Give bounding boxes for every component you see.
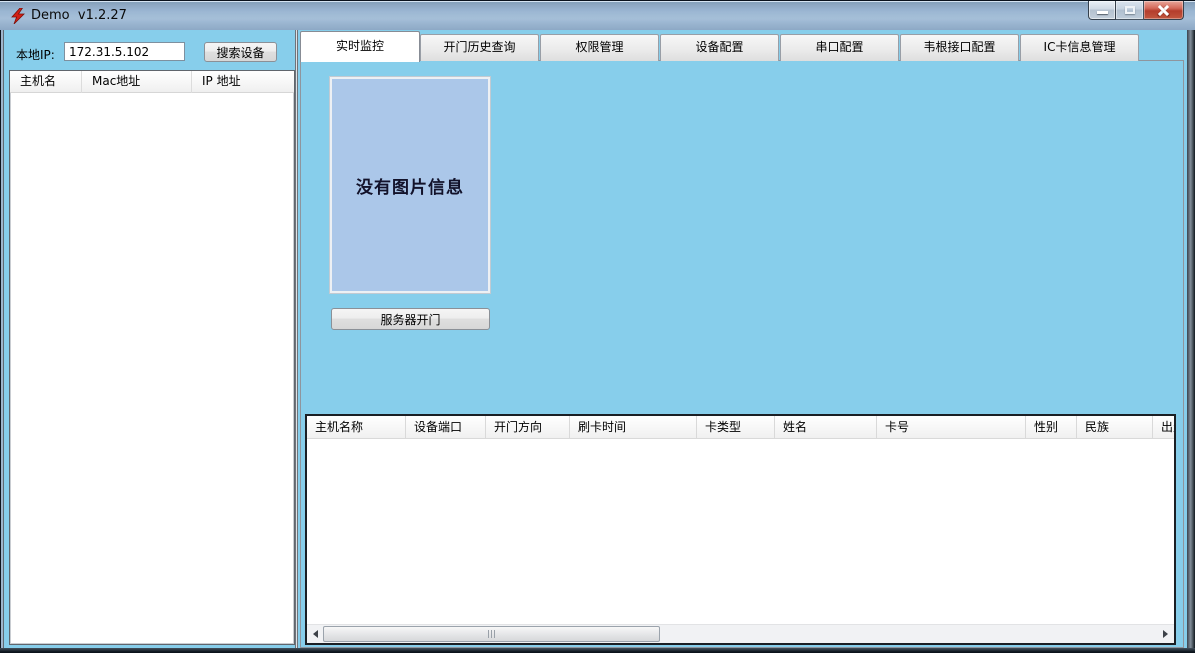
records-col-card-number[interactable]: 卡号 [877,416,1026,439]
tab-door-history[interactable]: 开门历史查询 [420,34,539,61]
lightning-logo-icon [10,8,26,24]
scrollbar-grip-icon [488,630,496,638]
search-device-button[interactable]: 搜索设备 [204,42,277,62]
window-frame-bottom [0,648,1195,653]
records-body [307,440,1174,624]
close-icon [1158,5,1169,16]
tab-permission-mgmt[interactable]: 权限管理 [540,34,659,61]
records-horizontal-scrollbar[interactable] [307,624,1174,643]
app-window: Demo v1.2.27 本地IP: 搜索设备 主机名 Mac地址 IP 地址 … [0,0,1195,653]
sidebar-divider [295,30,298,648]
photo-placeholder: 没有图片信息 [330,77,490,293]
window-frame-right [1187,30,1195,648]
device-list[interactable]: 主机名 Mac地址 IP 地址 [9,70,295,645]
tab-serial-config[interactable]: 串口配置 [780,34,899,61]
window-title: Demo v1.2.27 [31,8,127,23]
records-col-card-type[interactable]: 卡类型 [697,416,775,439]
records-col-hostname[interactable]: 主机名称 [307,416,406,439]
device-list-col-mac[interactable]: Mac地址 [82,71,192,93]
scroll-left-icon [313,630,318,638]
records-col-device-port[interactable]: 设备端口 [406,416,486,439]
no-image-text: 没有图片信息 [356,173,464,198]
scroll-left-button[interactable] [307,625,324,643]
server-open-door-button[interactable]: 服务器开门 [331,308,490,330]
records-col-direction[interactable]: 开门方向 [486,416,570,439]
local-ip-label: 本地IP: [16,46,55,63]
tab-wiegand-config[interactable]: 韦根接口配置 [900,34,1019,61]
local-ip-input[interactable] [64,42,185,61]
records-col-name[interactable]: 姓名 [775,416,877,439]
minimize-button[interactable] [1088,1,1116,20]
maximize-button[interactable] [1116,1,1144,20]
device-list-header: 主机名 Mac地址 IP 地址 [10,71,294,93]
maximize-icon [1125,6,1135,14]
tab-device-config[interactable]: 设备配置 [660,34,779,61]
title-bar[interactable]: Demo v1.2.27 [0,0,1195,30]
minimize-icon [1097,11,1108,14]
scroll-right-icon [1163,630,1168,638]
window-controls [1088,1,1184,20]
records-col-swipe-time[interactable]: 刷卡时间 [570,416,697,439]
close-button[interactable] [1144,1,1184,20]
window-frame-left [0,30,4,648]
device-list-col-hostname[interactable]: 主机名 [10,71,82,93]
tab-ic-card-mgmt[interactable]: IC卡信息管理 [1020,34,1139,61]
scroll-right-button[interactable] [1157,625,1174,643]
records-col-ethnicity[interactable]: 民族 [1077,416,1153,439]
swipe-records-table[interactable]: 主机名称 设备端口 开门方向 刷卡时间 卡类型 姓名 卡号 性别 民族 出生年月 [305,414,1176,645]
tab-realtime-monitor[interactable]: 实时监控 [300,31,420,62]
scrollbar-thumb[interactable] [323,626,660,642]
records-col-gender[interactable]: 性别 [1026,416,1077,439]
records-col-birth-date[interactable]: 出生年月 [1153,416,1174,439]
records-header-row: 主机名称 设备端口 开门方向 刷卡时间 卡类型 姓名 卡号 性别 民族 出生年月 [307,416,1174,439]
device-list-col-ip[interactable]: IP 地址 [192,71,294,93]
